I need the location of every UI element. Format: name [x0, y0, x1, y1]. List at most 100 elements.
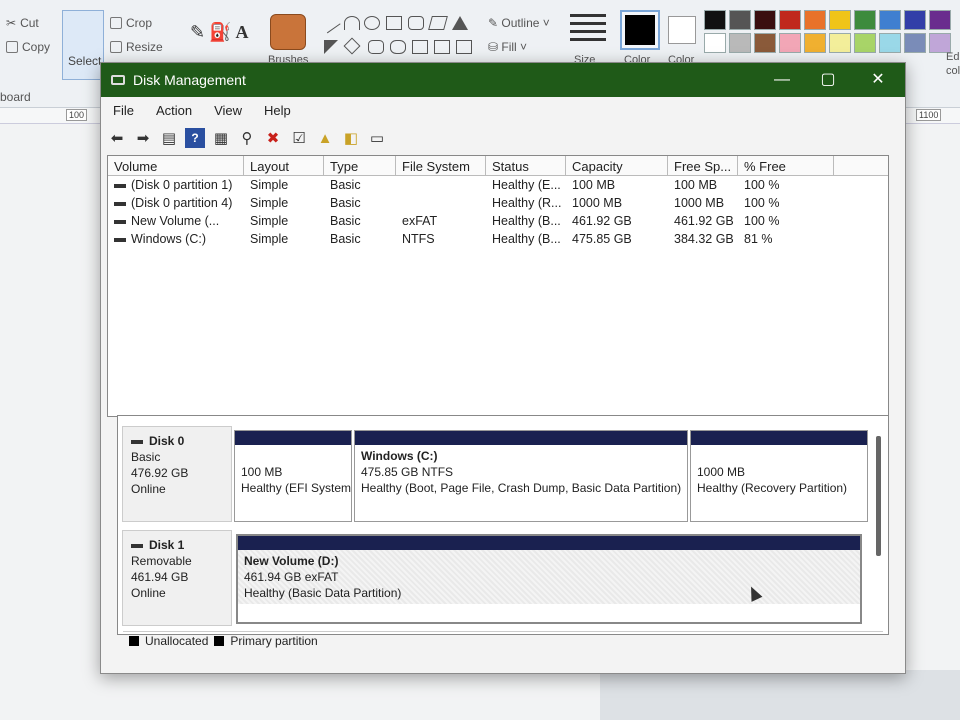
table-row[interactable]: Windows (C:) Simple Basic NTFS Healthy (… — [108, 230, 888, 248]
menu-help[interactable]: Help — [262, 101, 293, 123]
palette-color-swatch[interactable] — [729, 33, 751, 53]
back-icon[interactable]: ⬅ — [107, 128, 127, 148]
palette-color-swatch[interactable] — [904, 10, 926, 30]
cell-fs: exFAT — [402, 214, 438, 228]
copy-button[interactable]: Copy — [6, 40, 50, 54]
palette-color-swatch[interactable] — [829, 10, 851, 30]
palette-color-swatch[interactable] — [904, 33, 926, 53]
title-bar[interactable]: Disk Management — ▢ ✕ — [101, 63, 905, 97]
palette-color-swatch[interactable] — [804, 33, 826, 53]
brush-icon[interactable] — [270, 14, 306, 50]
col-free-space[interactable]: Free Sp... — [668, 156, 738, 175]
select-button[interactable] — [62, 10, 104, 80]
palette-color-swatch[interactable] — [829, 33, 851, 53]
col-layout[interactable]: Layout — [244, 156, 324, 175]
partition-name — [241, 448, 345, 464]
minimize-button[interactable]: — — [771, 69, 793, 91]
palette-color-swatch[interactable] — [804, 10, 826, 30]
arrow-left-shape-icon[interactable] — [434, 40, 450, 54]
outline-dropdown[interactable]: ✎ Outline ˅ — [488, 16, 550, 30]
rounded-rect-shape-icon[interactable] — [408, 16, 424, 30]
disk-1-partition-new-volume[interactable]: New Volume (D:) 461.94 GB exFAT Healthy … — [236, 534, 862, 624]
hexagon-shape-icon[interactable] — [390, 40, 406, 54]
curve-shape-icon[interactable] — [344, 16, 360, 30]
shapes-gallery[interactable] — [319, 12, 482, 62]
color1-swatch[interactable] — [620, 10, 660, 50]
fill-label: Fill — [501, 40, 517, 54]
disk-graphical-view[interactable]: Disk 0 Basic 476.92 GB Online 100 MB Hea… — [117, 415, 889, 635]
folder-search-icon[interactable]: ◧ — [341, 128, 361, 148]
close-button[interactable]: ✕ — [867, 69, 889, 91]
rectangle-shape-icon[interactable] — [386, 16, 402, 30]
triangle-shape-icon[interactable] — [452, 16, 468, 30]
console-icon[interactable]: ▤ — [159, 128, 179, 148]
size-selector[interactable] — [570, 14, 606, 46]
connect-icon[interactable]: ⚲ — [237, 128, 257, 148]
color2-swatch[interactable] — [668, 16, 696, 44]
export-icon[interactable]: ▭ — [367, 128, 387, 148]
table-row[interactable]: New Volume (... Simple Basic exFAT Healt… — [108, 212, 888, 230]
palette-color-swatch[interactable] — [704, 33, 726, 53]
disk-0-partition-efi[interactable]: 100 MB Healthy (EFI System — [234, 430, 352, 522]
arrow-right-shape-icon[interactable] — [412, 40, 428, 54]
oval-shape-icon[interactable] — [364, 16, 380, 30]
disk-view-scrollbar[interactable] — [876, 436, 881, 556]
col-file-system[interactable]: File System — [396, 156, 486, 175]
cell-pct: 100 % — [744, 196, 780, 210]
pencil-tools[interactable]: ✎ ⛽ A — [190, 22, 249, 43]
palette-color-swatch[interactable] — [704, 10, 726, 30]
menu-action[interactable]: Action — [154, 101, 194, 123]
col-percent-free[interactable]: % Free — [738, 156, 834, 175]
arrow-up-shape-icon[interactable] — [456, 40, 472, 54]
diamond-shape-icon[interactable] — [343, 37, 361, 55]
maximize-button[interactable]: ▢ — [817, 69, 839, 91]
delete-icon[interactable]: ✖ — [263, 128, 283, 148]
resize-button[interactable]: Resize — [110, 40, 163, 54]
palette-color-swatch[interactable] — [854, 10, 876, 30]
menu-bar: File Action View Help — [111, 101, 293, 123]
edit-colors-label[interactable]: Ed colo — [946, 50, 960, 78]
disk-0-partition-windows[interactable]: Windows (C:) 475.85 GB NTFS Healthy (Boo… — [354, 430, 688, 522]
volume-list[interactable]: Volume Layout Type File System Status Ca… — [107, 155, 889, 417]
cut-button[interactable]: ✂ Cut — [6, 16, 39, 30]
palette-color-swatch[interactable] — [754, 33, 776, 53]
table-row[interactable]: (Disk 0 partition 4) Simple Basic Health… — [108, 194, 888, 212]
partition-info: Windows (C:) 475.85 GB NTFS Healthy (Boo… — [355, 445, 687, 499]
partition-bar — [691, 431, 867, 445]
properties-icon[interactable]: ▦ — [211, 128, 231, 148]
disk-0-partition-recovery[interactable]: 1000 MB Healthy (Recovery Partition) — [690, 430, 868, 522]
pentagon-shape-icon[interactable] — [368, 40, 384, 54]
palette-color-swatch[interactable] — [754, 10, 776, 30]
forward-icon[interactable]: ➡ — [133, 128, 153, 148]
menu-file[interactable]: File — [111, 101, 136, 123]
disk-1-label[interactable]: Disk 1 Removable 461.94 GB Online — [122, 530, 232, 626]
col-capacity[interactable]: Capacity — [566, 156, 668, 175]
col-type[interactable]: Type — [324, 156, 396, 175]
fill-dropdown[interactable]: ⛁ Fill ˅ — [488, 40, 527, 54]
palette-color-swatch[interactable] — [729, 10, 751, 30]
disk-0-label[interactable]: Disk 0 Basic 476.92 GB Online — [122, 426, 232, 522]
pencil-icon: ✎ — [190, 22, 206, 42]
partition-status: Healthy (Boot, Page File, Crash Dump, Ba… — [361, 481, 682, 495]
palette-color-swatch[interactable] — [779, 10, 801, 30]
col-volume[interactable]: Volume — [108, 156, 244, 175]
palette-color-swatch[interactable] — [879, 33, 901, 53]
polygon-shape-icon[interactable] — [428, 16, 448, 30]
folder-up-icon[interactable]: ▲ — [315, 128, 335, 148]
palette-color-swatch[interactable] — [854, 33, 876, 53]
check-icon[interactable]: ☑ — [289, 128, 309, 148]
palette-color-swatch[interactable] — [929, 10, 951, 30]
right-triangle-shape-icon[interactable] — [324, 40, 338, 54]
palette-color-swatch[interactable] — [879, 10, 901, 30]
col-status[interactable]: Status — [486, 156, 566, 175]
color-palette[interactable] — [704, 10, 951, 53]
line-shape-icon[interactable] — [319, 12, 341, 34]
cell-layout: Simple — [250, 196, 289, 210]
help-icon[interactable]: ? — [185, 128, 205, 148]
palette-color-swatch[interactable] — [779, 33, 801, 53]
crop-button[interactable]: Crop — [110, 16, 152, 30]
partition-size: 1000 MB — [697, 465, 746, 479]
partition-info: New Volume (D:) 461.94 GB exFAT Healthy … — [238, 550, 860, 604]
table-row[interactable]: (Disk 0 partition 1) Simple Basic Health… — [108, 176, 888, 194]
menu-view[interactable]: View — [212, 101, 244, 123]
